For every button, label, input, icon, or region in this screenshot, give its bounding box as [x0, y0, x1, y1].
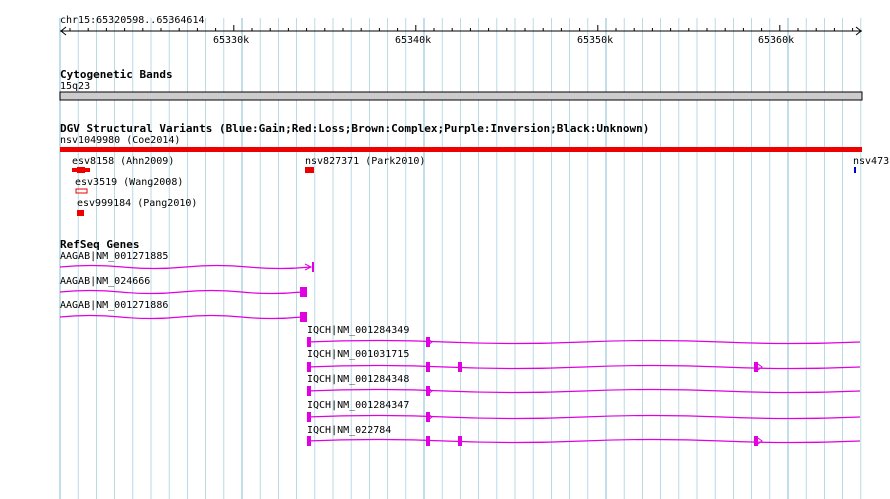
exon-block	[754, 362, 758, 372]
transcript-label[interactable]: IQCH|NM_001031715	[307, 349, 409, 361]
exon-block	[300, 312, 307, 322]
variant-label[interactable]: esv999184 (Pang2010)	[77, 198, 197, 210]
cytoband-ideogram[interactable]	[59, 91, 863, 101]
intron-line	[306, 414, 861, 420]
transcript-label[interactable]: IQCH|NM_022784	[307, 425, 391, 437]
track-title-dgv[interactable]: DGV Structural Variants (Blue:Gain;Red:L…	[60, 122, 649, 135]
transcript-label[interactable]: IQCH|NM_001284349	[307, 325, 409, 337]
strand-arrow	[757, 437, 763, 445]
ruler-tick-label: 65360k	[758, 35, 795, 46]
exon-block	[426, 436, 430, 446]
genome-browser-view: chr15:65320598..65364614 65330k 65340k 6…	[0, 0, 890, 499]
variant-esv3519	[75, 188, 88, 194]
exon-block	[426, 386, 430, 396]
cytoband-label: 15q23	[60, 81, 91, 92]
exon-block	[754, 436, 758, 446]
variant-esv999184	[77, 210, 84, 216]
track-title-cytoband[interactable]: Cytogenetic Bands	[60, 68, 173, 81]
variant-label[interactable]: esv3519 (Wang2008)	[75, 177, 183, 189]
intron-line	[306, 364, 861, 370]
ruler-tick-label: 65340k	[395, 35, 432, 46]
transcript-label[interactable]: AAGAB|NM_001271885	[60, 251, 168, 263]
transcript-label[interactable]: AAGAB|NM_024666	[60, 276, 150, 288]
exon-block	[426, 337, 430, 347]
exon-block	[307, 386, 311, 396]
variant-label[interactable]: esv8158 (Ahn2009)	[72, 156, 174, 168]
exon-block	[307, 412, 311, 422]
transcript-label[interactable]: IQCH|NM_001284348	[307, 374, 409, 386]
intron-line	[306, 339, 861, 345]
exon-block	[307, 337, 311, 347]
exon-block	[458, 436, 462, 446]
locus-label: chr15:65320598..65364614	[60, 15, 205, 26]
ruler-tick-label: 65330k	[213, 35, 250, 46]
track-title-refseq[interactable]: RefSeq Genes	[60, 238, 139, 251]
strand-arrow	[757, 363, 763, 371]
exon-block	[300, 287, 307, 297]
exon-block	[426, 412, 430, 422]
ruler-tick-label: 65350k	[577, 35, 614, 46]
intron-line	[306, 388, 861, 394]
transcript-label[interactable]: IQCH|NM_001284347	[307, 400, 409, 412]
variant-nsv1049980	[60, 147, 862, 152]
grid-lines	[59, 18, 862, 499]
cytoband-15q23	[59, 91, 863, 101]
exon-block	[307, 436, 311, 446]
exon-block	[458, 362, 462, 372]
intron-line	[306, 438, 861, 444]
exon-block	[307, 362, 311, 372]
variant-label[interactable]: nsv827371 (Park2010)	[305, 156, 425, 168]
variant-label[interactable]: nsv473	[853, 156, 889, 168]
exon-block	[426, 362, 430, 372]
variant-label[interactable]: nsv1049980 (Coe2014)	[60, 135, 180, 147]
exon-block	[312, 262, 314, 272]
transcript-label[interactable]: AAGAB|NM_001271886	[60, 300, 168, 312]
intron-line	[59, 264, 312, 270]
